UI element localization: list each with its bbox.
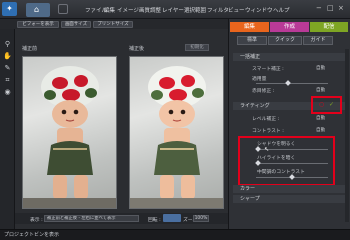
fit-screen-button[interactable]: 画面サイズ xyxy=(61,21,91,28)
after-label: 補正後 xyxy=(129,46,145,52)
red-eye-tool-icon[interactable]: ◉ xyxy=(3,88,12,97)
menu-help[interactable]: ヘルプ xyxy=(273,6,290,14)
smart-fix-label: スマート補正 : xyxy=(252,67,284,72)
rotate-button[interactable] xyxy=(163,214,181,222)
undo-icon[interactable] xyxy=(58,4,68,14)
red-eye-auto-button[interactable]: 自動 xyxy=(316,87,325,93)
show-before-button[interactable]: ビフォーを表示 xyxy=(17,21,59,28)
section-general-fix[interactable]: 一括補正 xyxy=(233,53,345,61)
midtone-contrast-label: 中間調のコントラスト xyxy=(257,170,305,175)
menu-enhance[interactable]: 画質調整 xyxy=(139,6,161,14)
menu-view[interactable]: ビュー xyxy=(228,6,245,14)
levels-auto-button[interactable]: 自動 xyxy=(316,115,325,121)
reset-button[interactable]: 初期化 xyxy=(185,44,209,51)
contrast-auto-button[interactable]: 自動 xyxy=(316,127,325,133)
kewpie-doll-before-image xyxy=(23,66,116,208)
tab-edit[interactable]: 編集 xyxy=(230,22,269,32)
section-sharpen[interactable]: シャープ xyxy=(233,195,345,203)
zoom-tool-icon[interactable]: ⚲ xyxy=(3,40,12,49)
app-logo-icon: ✦ xyxy=(2,2,17,16)
minimize-icon[interactable]: − xyxy=(316,4,322,12)
red-eye-label: 赤目修正 : xyxy=(252,89,275,94)
tab-guided[interactable]: ガイド xyxy=(303,36,333,45)
smart-fix-auto-button[interactable]: 自動 xyxy=(316,65,325,71)
before-label: 補正前 xyxy=(22,46,38,52)
highlights-slider[interactable] xyxy=(255,160,328,166)
menu-layer[interactable]: レイヤー xyxy=(162,6,184,14)
menu-bar: ✦ ⌂ ファイル 編集 イメージ 画質調整 レイヤー 選択範囲 フィルタ ビュー… xyxy=(0,0,350,19)
highlight-box-commit xyxy=(311,96,342,114)
maximize-icon[interactable]: □ xyxy=(327,4,334,12)
tab-quick-fix[interactable]: クイック xyxy=(268,36,302,45)
menu-window[interactable]: ウィンドウ xyxy=(245,6,273,14)
menu-select[interactable]: 選択範囲 xyxy=(184,6,206,14)
quick-select-tool-icon[interactable]: ✎ xyxy=(3,64,12,73)
rotate-label: 回転 : xyxy=(148,218,161,223)
contrast-label: コントラスト : xyxy=(252,129,284,134)
tab-full-edit[interactable]: 標準 xyxy=(237,36,267,45)
before-photo xyxy=(22,56,117,209)
levels-label: レベル補正 : xyxy=(252,117,280,122)
midtone-contrast-slider[interactable] xyxy=(256,174,328,180)
print-size-button[interactable]: プリントサイズ xyxy=(93,21,133,28)
tab-share[interactable]: 配信 xyxy=(310,22,348,32)
smart-fix-amount-slider[interactable] xyxy=(256,80,328,86)
menu-edit[interactable]: 編集 xyxy=(104,6,115,14)
panel-scrollbar[interactable] xyxy=(345,49,349,222)
tab-create[interactable]: 作成 xyxy=(270,22,309,32)
home-button[interactable]: ⌂ xyxy=(26,3,50,17)
status-bar: プロジェクトビンを表示 xyxy=(0,229,350,240)
cancel-icon[interactable]: ○ xyxy=(319,101,324,108)
mouse-cursor-icon: ↖ xyxy=(264,146,270,153)
show-label: 表示 : xyxy=(30,218,43,223)
kewpie-doll-after-image xyxy=(130,66,223,208)
zoom-input[interactable]: 100% xyxy=(193,215,209,222)
highlights-label: ハイライトを暗く xyxy=(257,156,296,161)
commit-icon[interactable]: ✓ xyxy=(329,101,334,108)
crop-tool-icon[interactable]: ⌗ xyxy=(3,76,12,85)
close-icon[interactable]: × xyxy=(338,4,344,12)
after-photo xyxy=(129,56,224,209)
section-color[interactable]: カラー xyxy=(233,185,345,193)
menu-image[interactable]: イメージ xyxy=(117,6,139,14)
hand-tool-icon[interactable]: ✋ xyxy=(3,52,12,61)
shadows-label: シャドウを明るく xyxy=(257,142,296,147)
smart-fix-amount-label: 適用量 xyxy=(252,77,267,82)
view-mode-select[interactable]: 補正前と補正後 - 左右に並べて表示 xyxy=(44,215,139,222)
home-icon: ⌂ xyxy=(34,5,40,14)
project-bin-toggle[interactable]: プロジェクトビンを表示 xyxy=(4,231,59,238)
menu-filter[interactable]: フィルタ xyxy=(207,6,229,14)
